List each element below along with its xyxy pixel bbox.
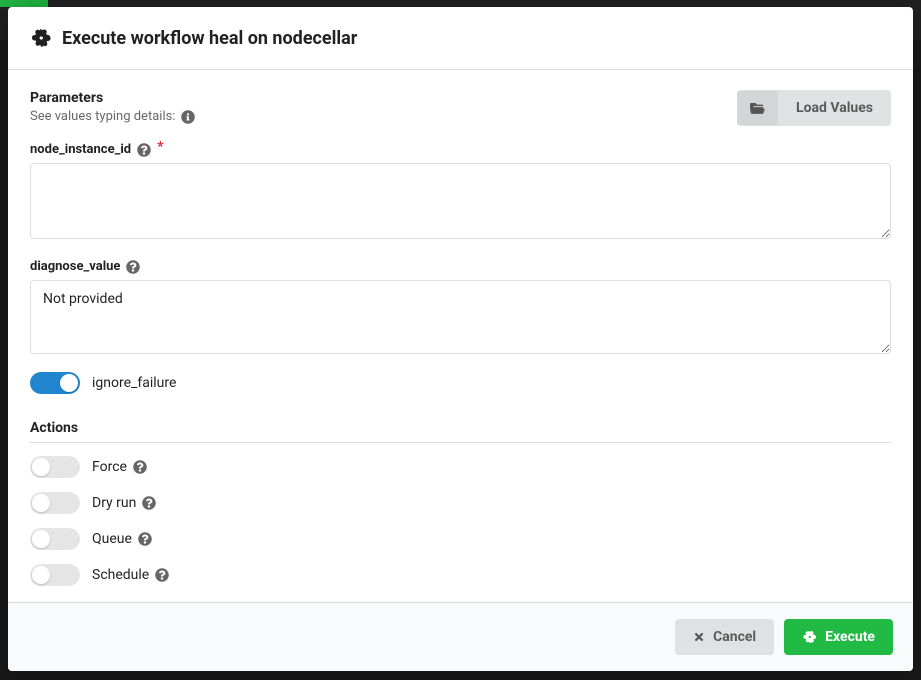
- help-icon[interactable]: [181, 110, 195, 124]
- cogs-icon: [802, 630, 817, 644]
- parameters-heading: Parameters: [30, 90, 195, 106]
- field-diagnose-value: diagnose_value: [30, 259, 891, 358]
- help-icon[interactable]: [126, 260, 140, 274]
- help-icon[interactable]: [155, 568, 169, 582]
- modal-title: Execute workflow heal on nodecellar: [62, 28, 357, 49]
- action-queue-row: Queue: [30, 521, 891, 557]
- load-values-button[interactable]: Load Values: [737, 90, 891, 126]
- node-instance-id-label: node_instance_id: [30, 142, 131, 157]
- node-instance-id-input[interactable]: [30, 163, 891, 239]
- action-force-row: Force: [30, 449, 891, 485]
- schedule-toggle[interactable]: [30, 564, 80, 586]
- action-dry-run-row: Dry run: [30, 485, 891, 521]
- modal-body: Parameters See values typing details: Lo…: [8, 70, 913, 602]
- actions-heading: Actions: [30, 420, 891, 436]
- diagnose-value-input[interactable]: [30, 280, 891, 354]
- required-indicator: *: [157, 140, 163, 154]
- queue-toggle[interactable]: [30, 528, 80, 550]
- ignore-failure-label: ignore_failure: [92, 375, 176, 391]
- execute-label: Execute: [825, 629, 875, 645]
- cancel-label: Cancel: [713, 629, 756, 645]
- divider: [30, 442, 891, 443]
- dry-run-toggle[interactable]: [30, 492, 80, 514]
- queue-label: Queue: [92, 531, 132, 547]
- schedule-label: Schedule: [92, 567, 149, 583]
- execute-button[interactable]: Execute: [784, 619, 893, 655]
- ignore-failure-toggle[interactable]: [30, 372, 80, 394]
- dry-run-label: Dry run: [92, 495, 136, 511]
- help-icon[interactable]: [138, 532, 152, 546]
- field-node-instance-id: node_instance_id *: [30, 142, 891, 243]
- cogs-icon: [30, 27, 52, 49]
- cancel-button[interactable]: Cancel: [675, 619, 774, 655]
- typing-details-hint: See values typing details:: [30, 109, 195, 124]
- help-icon[interactable]: [133, 460, 147, 474]
- help-icon[interactable]: [142, 496, 156, 510]
- diagnose-value-label: diagnose_value: [30, 259, 120, 274]
- force-label: Force: [92, 459, 127, 475]
- load-values-label: Load Values: [778, 90, 891, 126]
- typing-details-text: See values typing details:: [30, 109, 175, 124]
- modal-footer: Cancel Execute: [8, 602, 913, 671]
- execute-workflow-modal: Execute workflow heal on nodecellar Para…: [8, 7, 913, 671]
- action-schedule-row: Schedule: [30, 557, 891, 593]
- folder-open-icon: [737, 91, 778, 125]
- force-toggle[interactable]: [30, 456, 80, 478]
- ignore-failure-row: ignore_failure: [30, 372, 891, 394]
- modal-header: Execute workflow heal on nodecellar: [8, 7, 913, 70]
- remove-icon: [693, 631, 705, 643]
- help-icon[interactable]: [137, 143, 151, 157]
